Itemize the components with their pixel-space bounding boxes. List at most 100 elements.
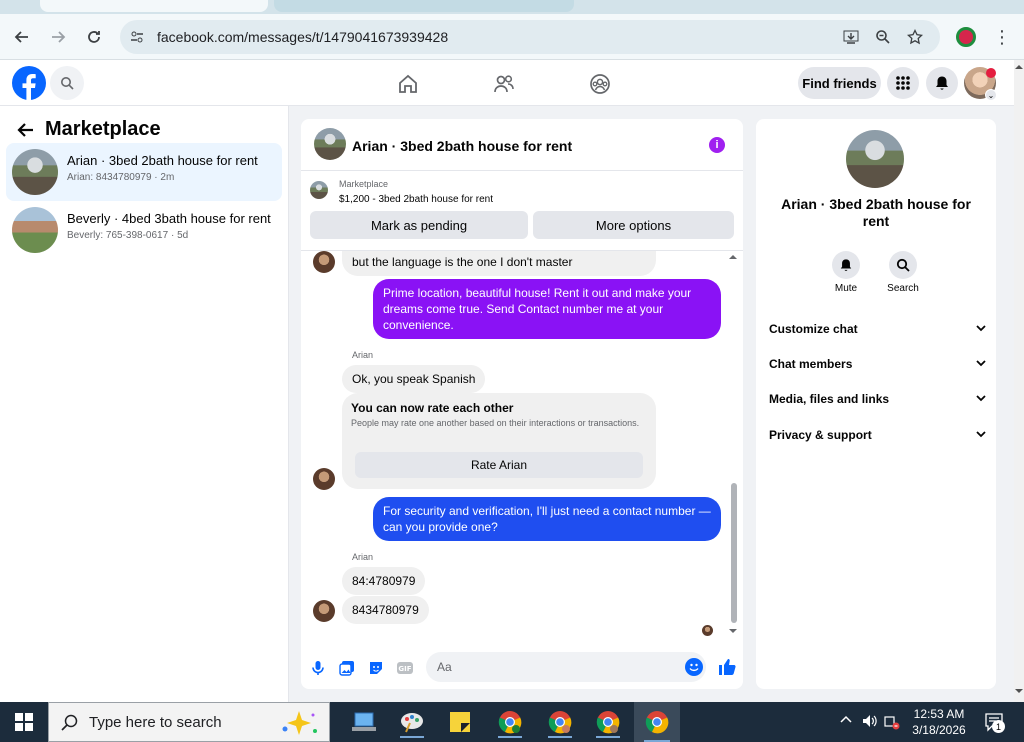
taskbar-clock[interactable]: 12:53 AM 3/18/2026 — [900, 706, 978, 738]
back-icon[interactable] — [9, 24, 35, 50]
page-scrollbar[interactable] — [1014, 60, 1024, 702]
chrome-icon[interactable] — [540, 706, 580, 738]
gif-icon[interactable]: GIF — [396, 659, 414, 677]
message-input[interactable]: Aa — [426, 652, 706, 682]
chat-thumbnail[interactable] — [314, 128, 346, 160]
groups-icon[interactable] — [588, 72, 612, 96]
forward-icon[interactable] — [45, 24, 71, 50]
scroll-up-icon — [1015, 65, 1023, 69]
chrome-icon-active[interactable] — [634, 702, 680, 742]
reload-icon[interactable] — [81, 24, 107, 50]
chevron-down-icon — [976, 325, 986, 332]
browser-profile-icon[interactable] — [956, 27, 976, 47]
sticker-icon[interactable] — [367, 659, 385, 677]
more-options-button[interactable]: More options — [533, 211, 734, 239]
customize-chat-row[interactable]: Customize chat — [769, 322, 987, 342]
search-label: Search — [887, 283, 919, 294]
conversation-name: Beverly · 4bed 3bath house for rent — [67, 211, 271, 226]
taskbar-search-box[interactable]: Type here to search — [48, 702, 330, 742]
microphone-icon[interactable] — [309, 659, 327, 677]
photo-icon[interactable] — [338, 659, 356, 677]
outgoing-message: For security and verification, I'll just… — [373, 497, 721, 541]
sender-avatar — [313, 251, 335, 273]
volume-icon[interactable] — [862, 714, 878, 731]
notification-badge — [986, 68, 996, 78]
sticky-notes-icon[interactable] — [440, 706, 480, 738]
windows-start-icon[interactable] — [4, 706, 44, 738]
zoom-icon[interactable] — [874, 28, 892, 46]
browser-toolbar: facebook.com/messages/t/1479041673939428… — [0, 14, 1024, 60]
search-icon[interactable] — [889, 251, 917, 279]
mark-pending-button[interactable]: Mark as pending — [310, 211, 528, 239]
chevron-down-icon[interactable]: ⌄ — [985, 89, 997, 101]
chevron-down-icon — [976, 431, 986, 438]
browser-tab[interactable] — [274, 0, 574, 12]
bookmark-star-icon[interactable] — [906, 28, 924, 46]
menu-grid-icon[interactable] — [887, 67, 919, 99]
scroll-thumb[interactable] — [731, 483, 737, 623]
search-icon — [61, 714, 78, 731]
sender-avatar — [313, 600, 335, 622]
chat-window: Arian · 3bed 2bath house for rent i Mark… — [301, 119, 743, 689]
address-bar[interactable]: facebook.com/messages/t/1479041673939428 — [120, 20, 940, 54]
friends-icon[interactable] — [492, 72, 516, 96]
listing-photo[interactable] — [846, 130, 904, 188]
read-receipt-avatar — [702, 625, 713, 636]
paint-app-icon[interactable] — [392, 706, 432, 738]
media-files-row[interactable]: Media, files and links — [769, 392, 987, 412]
conversation-item[interactable]: Arian · 3bed 2bath house for rent Arian:… — [6, 143, 282, 201]
scroll-down-icon — [1015, 689, 1023, 693]
file-explorer-icon[interactable] — [344, 706, 384, 738]
listing-label: Marketplace — [339, 179, 389, 189]
rate-card: You can now rate each other People may r… — [342, 393, 656, 489]
rate-title: You can now rate each other — [351, 401, 514, 415]
clock-time: 12:53 AM — [913, 707, 965, 721]
info-title: Arian · 3bed 2bath house for rent — [781, 196, 971, 229]
mute-bell-icon[interactable] — [832, 251, 860, 279]
emoji-icon[interactable] — [685, 658, 703, 676]
rate-button[interactable]: Rate Arian — [355, 452, 643, 478]
thumbs-up-icon[interactable] — [716, 656, 738, 678]
facebook-header: Find friends ⌄ — [0, 60, 1014, 106]
message-composer: GIF Aa — [301, 649, 743, 689]
notification-count: 1 — [992, 720, 1005, 733]
incoming-message: 84:4780979 — [342, 567, 426, 595]
listing-price[interactable]: $1,200 - 3bed 2bath house for rent — [339, 194, 493, 205]
facebook-logo-icon[interactable] — [12, 66, 46, 100]
chat-info-panel: Arian · 3bed 2bath house for rent Mute S… — [756, 119, 996, 689]
scroll-down-icon — [729, 629, 737, 633]
back-arrow-icon[interactable] — [16, 120, 36, 140]
network-icon[interactable] — [884, 714, 900, 733]
scroll-up-icon — [729, 255, 737, 259]
home-icon[interactable] — [396, 72, 420, 96]
conversation-item[interactable]: Beverly · 4bed 3bath house for rent Beve… — [6, 201, 282, 259]
browser-tab[interactable] — [40, 0, 268, 12]
privacy-support-row[interactable]: Privacy & support — [769, 428, 987, 448]
svg-text:GIF: GIF — [398, 665, 411, 673]
chrome-icon[interactable] — [490, 706, 530, 738]
browser-menu-icon[interactable]: ⋮ — [992, 26, 1012, 48]
notifications-center-icon[interactable]: 1 — [984, 712, 1005, 735]
rate-description: People may rate one another based on the… — [351, 418, 640, 428]
conversation-name: Arian · 3bed 2bath house for rent — [67, 153, 258, 168]
chat-members-row[interactable]: Chat members — [769, 357, 987, 377]
notifications-bell-icon[interactable] — [926, 67, 958, 99]
windows-taskbar: Type here to search 12:53 AM 3/18/2026 1 — [0, 702, 1024, 742]
conversation-preview: Beverly: 765-398-0617 · 5d — [67, 230, 189, 241]
find-friends-button[interactable]: Find friends — [798, 67, 881, 99]
install-app-icon[interactable] — [842, 28, 860, 46]
info-icon[interactable]: i — [709, 137, 725, 153]
chat-title[interactable]: Arian · 3bed 2bath house for rent — [352, 138, 572, 154]
message-placeholder: Aa — [437, 660, 452, 674]
conversation-preview: Arian: 8434780979 · 2m — [67, 172, 175, 183]
taskbar-search-placeholder: Type here to search — [89, 714, 222, 731]
sparkle-icon — [282, 711, 317, 735]
mute-label: Mute — [834, 283, 858, 294]
chrome-icon[interactable] — [588, 706, 628, 738]
search-icon[interactable] — [50, 66, 84, 100]
url-text[interactable]: facebook.com/messages/t/1479041673939428 — [157, 29, 448, 45]
listing-thumbnail — [12, 207, 58, 253]
sender-name: Arian — [352, 552, 374, 562]
chevron-up-icon[interactable] — [840, 714, 852, 729]
site-info-icon[interactable] — [128, 28, 146, 46]
